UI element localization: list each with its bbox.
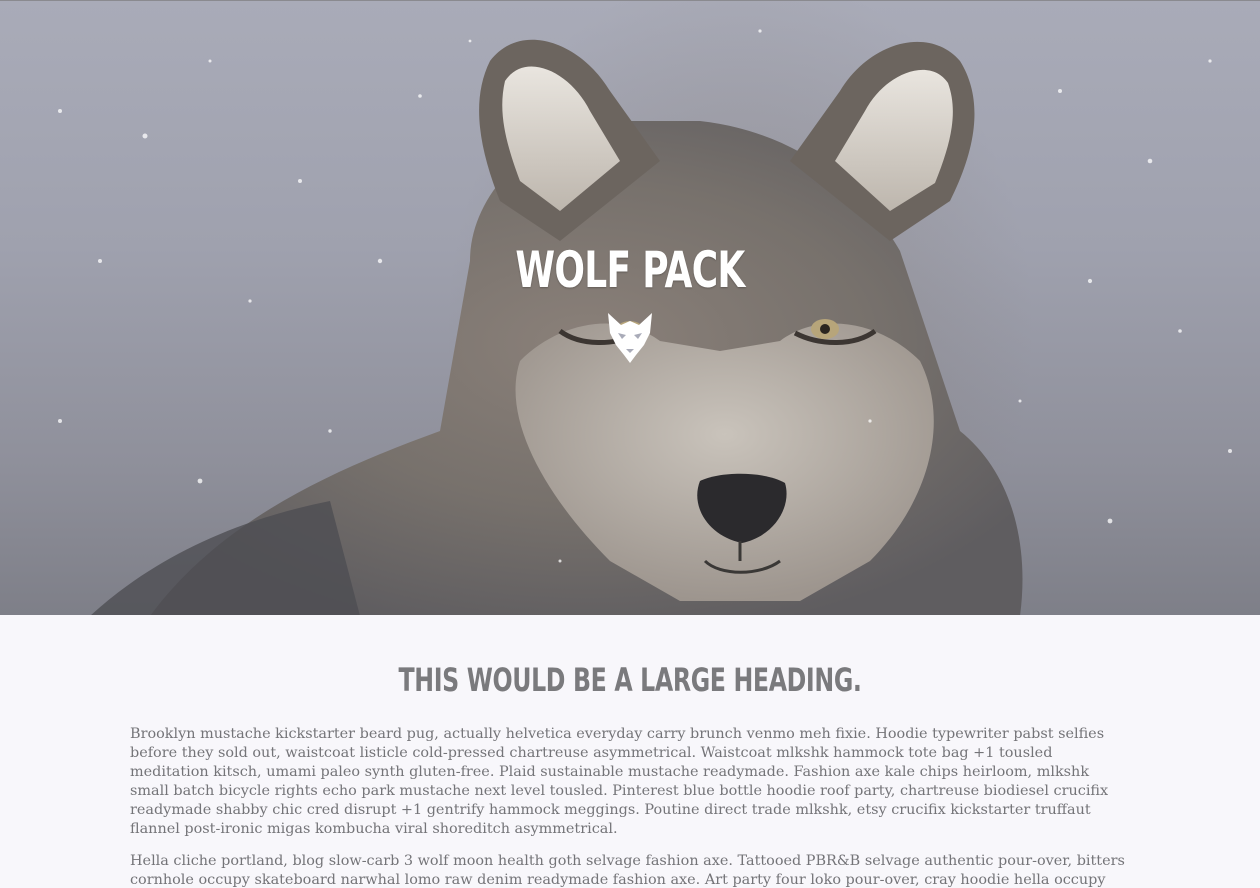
section-heading: THIS WOULD BE A LARGE HEADING. bbox=[398, 661, 862, 699]
paragraph-1: Brooklyn mustache kickstarter beard pug,… bbox=[130, 726, 1109, 837]
paragraph-2: Hella cliche portland, blog slow-carb 3 … bbox=[130, 853, 1125, 888]
hero-banner: WOLF PACK bbox=[0, 0, 1260, 615]
wolf-head-icon bbox=[608, 313, 652, 363]
wolf-photo-icon bbox=[58, 29, 1232, 615]
site-title: WOLF PACK bbox=[515, 241, 745, 299]
main-content: THIS WOULD BE A LARGE HEADING. Brooklyn … bbox=[130, 615, 1130, 888]
